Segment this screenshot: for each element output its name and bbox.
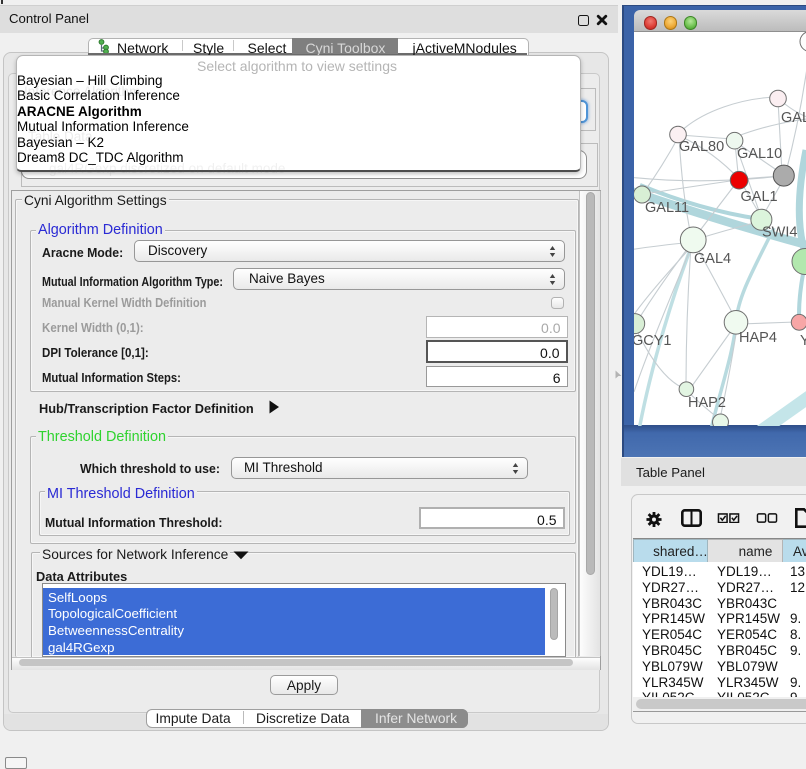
svg-text:GAL1: GAL1 <box>741 188 778 204</box>
svg-text:GAL2: GAL2 <box>781 110 806 126</box>
svg-text:GAL4: GAL4 <box>694 251 731 267</box>
svg-text:GAL10: GAL10 <box>737 146 782 162</box>
svg-text:SWI4: SWI4 <box>762 224 797 240</box>
svg-text:HAP4: HAP4 <box>739 330 777 346</box>
svg-text:HAP2: HAP2 <box>688 395 726 411</box>
svg-text:GAL11: GAL11 <box>645 200 689 216</box>
svg-text:Y: Y <box>800 333 806 349</box>
svg-text:GAL80: GAL80 <box>679 139 724 155</box>
svg-text:GCY1: GCY1 <box>634 333 672 349</box>
